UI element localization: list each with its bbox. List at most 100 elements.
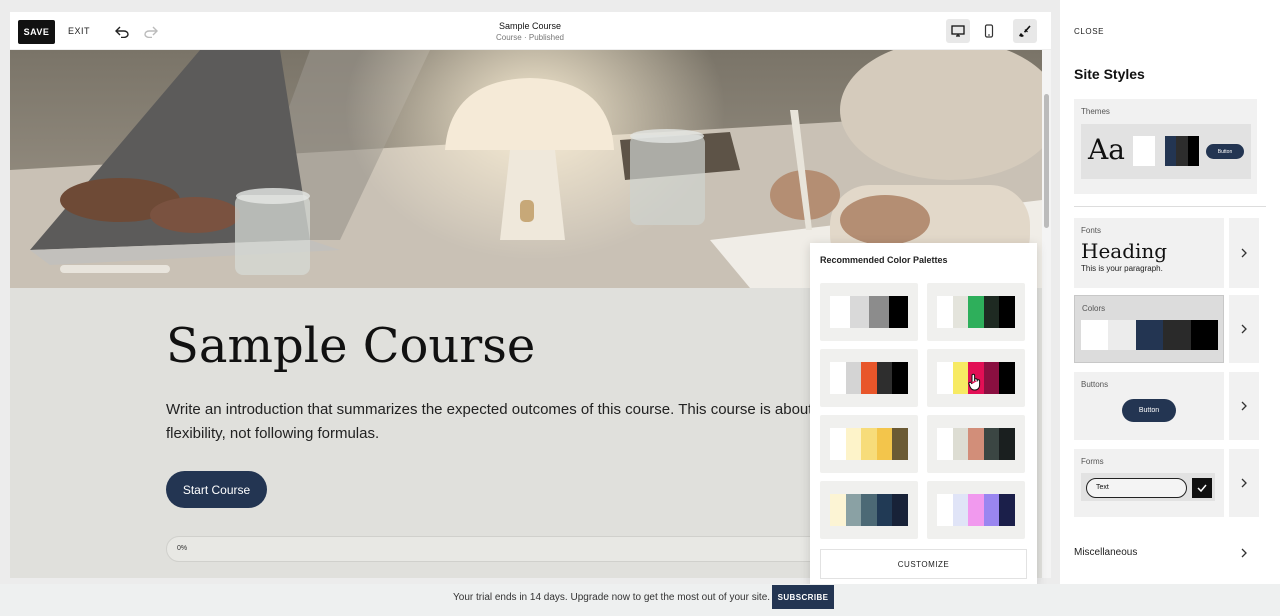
theme-sample-text: Aa [1088, 133, 1125, 166]
palette-swatch [999, 428, 1015, 460]
palette-option[interactable] [820, 349, 918, 407]
forms-label: Forms [1081, 457, 1104, 466]
palette-swatches [830, 362, 908, 394]
desktop-icon [951, 25, 965, 37]
popover-title: Recommended Color Palettes [820, 255, 948, 265]
color-swatch [1163, 320, 1191, 350]
palette-swatch [888, 296, 908, 328]
palette-option[interactable] [927, 481, 1025, 539]
palette-swatch [861, 362, 877, 394]
palette-swatch [845, 362, 862, 394]
palette-swatches [830, 428, 908, 460]
chevron-right-icon [1241, 248, 1247, 258]
save-button[interactable]: SAVE [18, 20, 55, 44]
palette-swatch [849, 296, 869, 328]
page-name: Sample Course [498, 21, 562, 31]
color-swatch [1135, 320, 1164, 350]
desktop-view-button[interactable] [946, 19, 970, 43]
chevron-right-icon [1241, 324, 1247, 334]
fonts-expand[interactable] [1229, 218, 1259, 288]
fonts-card[interactable]: Fonts Heading This is your paragraph. [1074, 218, 1224, 288]
palette-swatch [876, 428, 893, 460]
button-style-sample: Button [1122, 399, 1176, 422]
buttons-expand[interactable] [1229, 372, 1259, 440]
palette-option[interactable] [820, 283, 918, 341]
color-swatch [1108, 320, 1136, 350]
scrollbar-thumb[interactable] [1044, 94, 1049, 228]
palette-swatch [952, 296, 969, 328]
theme-swatch-group [1165, 136, 1199, 166]
palette-swatch [876, 494, 893, 526]
palette-swatches [937, 296, 1015, 328]
palette-swatch [845, 428, 862, 460]
undo-icon[interactable] [112, 22, 132, 42]
palette-swatch [876, 362, 893, 394]
chevron-right-icon [1241, 548, 1247, 558]
hand-cursor-icon [968, 373, 981, 391]
checkbox-sample [1192, 478, 1212, 498]
forms-card[interactable]: Forms Text [1074, 449, 1224, 517]
site-styles-panel: CLOSE Site Styles Themes Aa Button Fonts… [1060, 0, 1280, 584]
palette-swatches [937, 428, 1015, 460]
palette-swatch [999, 362, 1015, 394]
start-course-button[interactable]: Start Course [166, 471, 267, 508]
fonts-label: Fonts [1081, 226, 1102, 235]
panel-title: Site Styles [1074, 66, 1145, 82]
palette-swatch [999, 296, 1015, 328]
palette-option[interactable] [927, 415, 1025, 473]
course-progress-bar: 0% [166, 536, 846, 562]
theme-swatch [1133, 136, 1155, 166]
palette-option[interactable] [927, 283, 1025, 341]
font-heading-sample: Heading [1081, 239, 1168, 263]
redo-icon[interactable] [141, 22, 161, 42]
course-title[interactable]: Sample Course [166, 318, 535, 374]
form-text-sample: Text [1086, 478, 1187, 498]
palette-option[interactable] [820, 415, 918, 473]
colors-label: Colors [1082, 304, 1106, 313]
editor-toolbar: SAVE EXIT Sample Course Course · Publish… [10, 12, 1051, 50]
customize-button[interactable]: CUSTOMIZE [820, 549, 1027, 579]
palette-swatch [983, 428, 1000, 460]
forms-expand[interactable] [1229, 449, 1259, 517]
misc-label: Miscellaneous [1074, 547, 1138, 558]
page-title-block: Sample Course Course · Published [430, 21, 630, 42]
course-intro[interactable]: Write an introduction that summarizes th… [166, 398, 866, 446]
chevron-right-icon [1241, 478, 1247, 488]
palette-swatch [937, 428, 953, 460]
palette-swatch [952, 362, 969, 394]
theme-button-sample: Button [1206, 144, 1244, 159]
palette-swatch [892, 494, 908, 526]
mobile-view-button[interactable] [977, 19, 1001, 43]
palette-swatch [830, 296, 850, 328]
palette-option[interactable] [820, 481, 918, 539]
palette-swatch [999, 494, 1015, 526]
palette-swatch [830, 428, 846, 460]
palette-swatch [983, 494, 1000, 526]
palette-swatch [830, 362, 846, 394]
color-swatch [1081, 320, 1109, 350]
miscellaneous-row[interactable]: Miscellaneous [1074, 540, 1250, 564]
site-styles-button[interactable] [1013, 19, 1037, 43]
palette-swatch [937, 296, 953, 328]
editor-scrollbar[interactable] [1042, 50, 1051, 578]
theme-preview: Aa Button [1081, 124, 1251, 179]
divider [1074, 206, 1266, 207]
palette-swatch [869, 296, 889, 328]
trial-message: Your trial ends in 14 days. Upgrade now … [453, 592, 771, 603]
palette-swatch [968, 296, 984, 328]
palette-swatches [830, 494, 908, 526]
colors-expand[interactable] [1229, 295, 1259, 363]
palette-swatch [983, 296, 1000, 328]
exit-button[interactable]: EXIT [68, 26, 90, 36]
themes-label: Themes [1081, 107, 1110, 116]
buttons-card[interactable]: Buttons Button [1074, 372, 1224, 440]
color-swatch [1190, 320, 1219, 350]
themes-card[interactable]: Themes Aa Button [1074, 99, 1257, 194]
palette-swatch [892, 362, 908, 394]
palette-swatch [830, 494, 846, 526]
palette-swatches [937, 494, 1015, 526]
close-button[interactable]: CLOSE [1074, 27, 1104, 36]
subscribe-button[interactable]: SUBSCRIBE [772, 585, 834, 609]
colors-card[interactable]: Colors [1074, 295, 1224, 363]
palette-swatch [952, 428, 969, 460]
